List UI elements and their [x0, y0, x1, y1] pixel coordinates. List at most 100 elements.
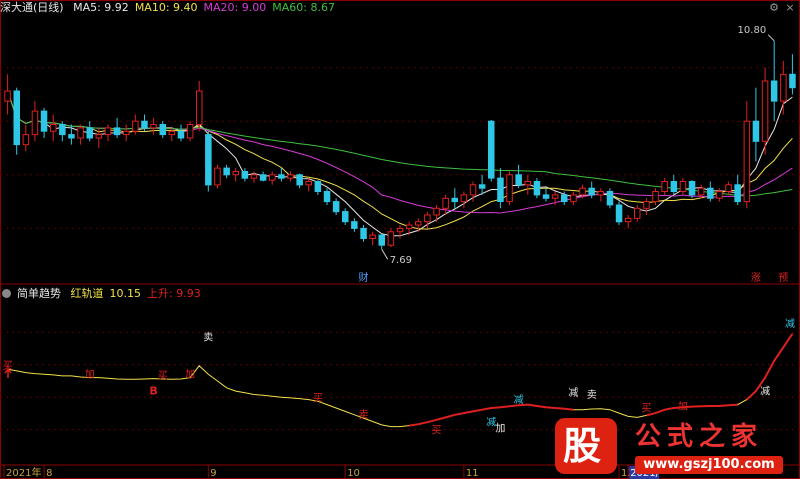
price-annotation-leader-0 [381, 248, 389, 260]
candle [570, 191, 577, 205]
candle-body [250, 174, 258, 179]
indicator-marker-16: 加 [678, 401, 688, 413]
candle-body [515, 174, 522, 186]
candle [40, 107, 48, 138]
candle [433, 205, 440, 222]
main-chart-header: 深大通(日线) MA5: 9.92 MA10: 9.40 MA20: 9.00 MA6… [0, 0, 347, 16]
indicator-marker-7: 卖 [359, 409, 369, 421]
candle [597, 188, 604, 202]
ma-label-2: MA20: 9.00 [203, 1, 267, 14]
candle-body [396, 227, 404, 233]
candle-body [442, 197, 449, 209]
settings-icon[interactable]: ⚙ [768, 2, 780, 14]
candle [761, 67, 769, 155]
candle-body [323, 191, 331, 203]
close-icon[interactable]: × [784, 2, 796, 14]
candle-body [387, 231, 395, 246]
indicator-marker-3: 买 [158, 370, 168, 382]
indicator-marker-8: 买 [432, 424, 442, 436]
candle-body [716, 191, 723, 199]
candle [488, 119, 495, 182]
candle [250, 171, 258, 183]
candle-body [561, 194, 568, 203]
indicator-label-2: 上升: 9.93 [147, 287, 201, 300]
candle [497, 168, 504, 209]
candle-body [460, 194, 468, 203]
candle-body [597, 191, 604, 196]
candle [205, 131, 212, 192]
candle-body [186, 124, 194, 139]
candle [13, 87, 20, 155]
candle-body [177, 130, 185, 139]
candle [296, 173, 303, 189]
candle-body [31, 110, 39, 136]
candle [323, 188, 331, 205]
indicator-marker-1: 加 [85, 369, 95, 381]
candle-body [752, 120, 760, 142]
candle [606, 188, 614, 209]
candle-body [104, 127, 112, 136]
candle-body [478, 184, 486, 189]
xaxis-label-0: 2021年 [6, 466, 41, 479]
candle-body [205, 134, 212, 186]
candle-body [506, 174, 513, 203]
candle-body [679, 181, 687, 192]
candle-body [770, 80, 778, 102]
indicator-marker-13: 卖 [587, 389, 597, 401]
candle-body [269, 174, 276, 181]
candle [789, 54, 796, 95]
candle [707, 181, 714, 202]
candle-body [332, 201, 340, 213]
indicator-marker-5: 卖 [203, 332, 213, 344]
price-annotation-2: 财 [359, 271, 369, 284]
candle [168, 127, 176, 142]
candle [679, 178, 687, 195]
price-annotation-0: 7.69 [390, 255, 412, 266]
watermark-url: www.gszj100.com [635, 456, 783, 474]
candle-body [415, 221, 422, 226]
xaxis-label-4: 11 [466, 468, 479, 479]
candle-body [488, 120, 495, 179]
candle-body [232, 171, 239, 176]
indicator-line-red-1 [646, 403, 738, 417]
candle [661, 178, 668, 195]
candle [652, 188, 659, 205]
candle-body [533, 181, 541, 196]
ma-line-ma5 [7, 90, 793, 237]
candle-body [360, 227, 367, 239]
candle [524, 174, 531, 195]
ma-label-3: MA60: 8.67 [272, 1, 335, 14]
candle-body [643, 201, 650, 209]
candle [387, 228, 395, 248]
candle [770, 40, 778, 122]
candle [150, 117, 157, 135]
candle-body [123, 130, 130, 136]
candle-body [113, 127, 121, 136]
candle-body [497, 177, 504, 203]
xaxis-label-1: 8 [46, 468, 52, 479]
watermark: 股 公式之家 www.gszj100.com [555, 418, 795, 476]
candle-body [351, 221, 358, 229]
candle [369, 231, 376, 246]
candle-body [624, 217, 632, 223]
candle-body [670, 181, 678, 192]
candle [4, 74, 11, 115]
candle [159, 121, 166, 138]
candle [780, 60, 787, 115]
candle [314, 180, 322, 195]
indicator-marker-2: B [149, 385, 157, 398]
candle-body [433, 207, 440, 216]
candle-body [588, 187, 595, 196]
candle-body [223, 167, 230, 176]
candle [734, 174, 741, 205]
candle-body [369, 234, 376, 240]
price-annotation-1: 10.80 [738, 25, 767, 36]
candle-body [141, 120, 148, 129]
candle-body [697, 187, 705, 196]
candle [670, 174, 678, 195]
candle-body [59, 124, 66, 136]
price-annotation-4: 预 [778, 272, 788, 284]
candle-body [606, 191, 614, 206]
indicator-label-0: 红轨道 [70, 287, 104, 300]
indicator-toggle-icon[interactable] [2, 289, 11, 298]
